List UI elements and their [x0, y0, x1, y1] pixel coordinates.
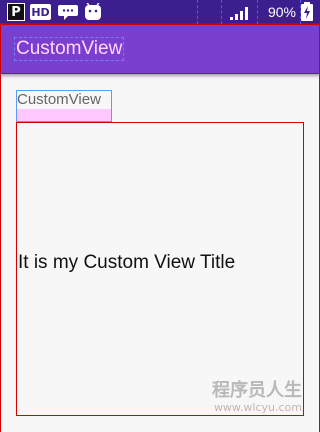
p-icon: P — [7, 3, 25, 21]
status-bar-divider — [257, 0, 258, 24]
custom-view-label: CustomView — [16, 90, 112, 122]
layout-border-left — [0, 24, 1, 432]
chat-bubble-icon — [57, 3, 79, 21]
p-icon-label: P — [11, 4, 21, 20]
watermark-text: 程序员人生 — [212, 380, 302, 401]
custom-view-title: It is my Custom View Title — [18, 252, 236, 273]
status-bar-divider — [197, 0, 198, 24]
custom-view-canvas: It is my Custom View Title — [16, 122, 304, 416]
app-bar: CustomView — [0, 24, 320, 74]
android-icon — [84, 3, 102, 21]
page-title: CustomView — [13, 37, 125, 61]
label-highlight — [17, 109, 111, 121]
signal-strength-icon — [228, 3, 252, 21]
status-bar-divider — [221, 0, 222, 24]
custom-view-label-text: CustomView — [17, 91, 101, 108]
hd-icon-label: HD — [31, 5, 50, 19]
watermark-url: www.wlcyu.com — [213, 401, 302, 414]
content-area: CustomView It is my Custom View Title — [0, 74, 320, 432]
watermark: 程序员人生 www.wlcyu.com — [212, 380, 302, 415]
battery-percent: 90% — [267, 4, 296, 20]
status-bar: P HD 90% — [0, 0, 320, 24]
phone-screen: P HD 90% CustomView CustomView It is my … — [0, 0, 320, 432]
battery-charging-icon — [300, 2, 314, 21]
hd-icon: HD — [30, 4, 51, 20]
